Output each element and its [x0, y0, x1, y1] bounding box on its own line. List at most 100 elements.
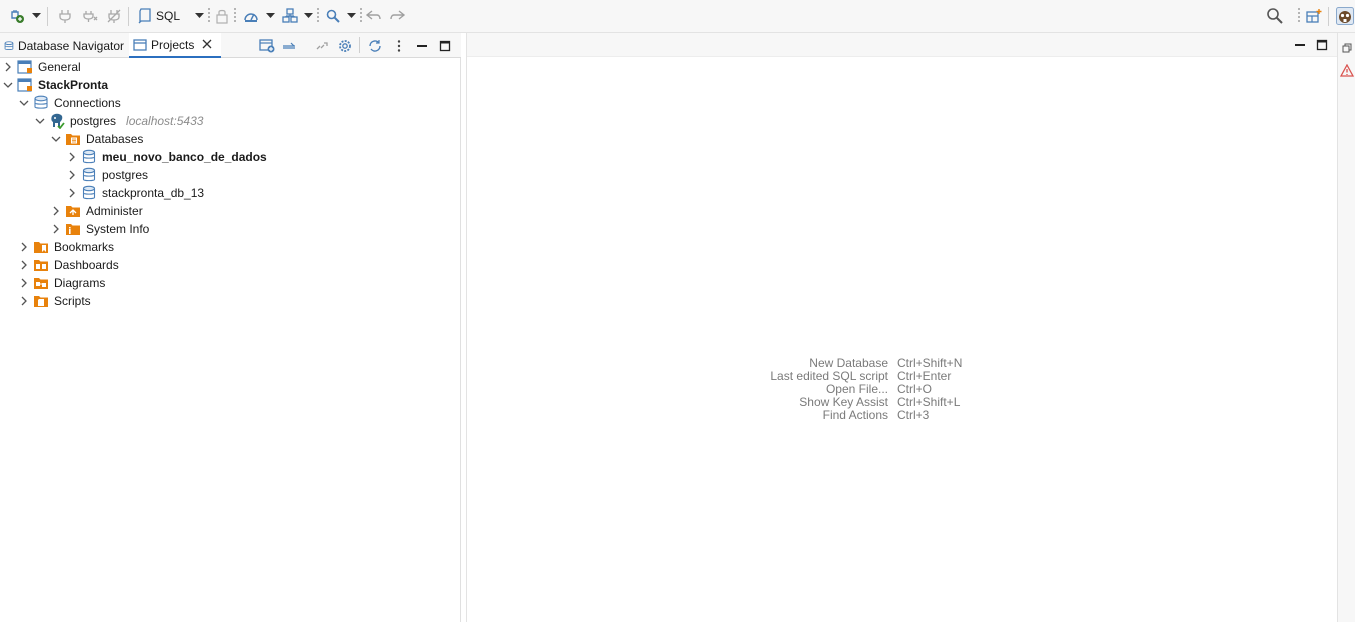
- chevron-right-icon[interactable]: [50, 205, 62, 217]
- toolbar-grip: [360, 8, 362, 24]
- sync-button[interactable]: [366, 37, 384, 54]
- editor-maximize-button[interactable]: [1315, 38, 1329, 52]
- project-icon: [17, 59, 33, 75]
- tree-item-label: Diagrams: [54, 276, 106, 290]
- chevron-right-icon[interactable]: [18, 295, 30, 307]
- chevron-right-icon[interactable]: [18, 259, 30, 271]
- forward-button[interactable]: [387, 6, 407, 26]
- sql-editor-dropdown[interactable]: [193, 6, 205, 26]
- connect-button[interactable]: [55, 6, 75, 26]
- magnifier-icon: [1267, 8, 1283, 24]
- commit-mode-icon: [244, 13, 258, 22]
- view-menu-button[interactable]: [390, 37, 408, 54]
- global-search-button[interactable]: [1264, 6, 1286, 26]
- scripts-folder-icon: [33, 293, 49, 309]
- toolbar-separator: [47, 7, 48, 26]
- tree-item-label: stackpronta_db_13: [102, 186, 205, 200]
- disconnect-icon: [83, 11, 98, 22]
- connect-icon: [59, 10, 71, 23]
- minimize-button[interactable]: [413, 37, 431, 54]
- tree-item-postgres-connection[interactable]: postgres localhost:5433: [34, 112, 203, 130]
- tree-item-administer[interactable]: Administer: [50, 202, 143, 220]
- bookmarks-folder-icon: [33, 239, 49, 255]
- tree-item-label: postgres: [70, 114, 117, 128]
- configure-button[interactable]: [336, 37, 354, 54]
- transaction-lock-button[interactable]: [213, 6, 231, 26]
- back-button[interactable]: [364, 6, 384, 26]
- shortcut-key: Ctrl+3: [897, 408, 930, 422]
- toolbar-grip: [234, 8, 236, 24]
- tree-item-label: meu_novo_banco_de_dados: [102, 150, 267, 164]
- tree-item-general[interactable]: General: [2, 58, 81, 76]
- chevron-down-icon[interactable]: [2, 79, 14, 91]
- dropdown-arrow-icon: [194, 13, 204, 18]
- maximize-button[interactable]: [436, 37, 454, 54]
- tree-item-connections[interactable]: Connections: [18, 94, 121, 112]
- main-toolbar: SQL: [0, 0, 1355, 33]
- commit-mode-dropdown[interactable]: [264, 6, 276, 26]
- tree-item-diagrams[interactable]: Diagrams: [18, 274, 105, 292]
- collapse-all-button[interactable]: [280, 37, 298, 54]
- toolbar-grip: [208, 8, 210, 24]
- new-connection-dropdown[interactable]: [30, 6, 42, 26]
- create-project-button[interactable]: [258, 37, 276, 54]
- chevron-right-icon[interactable]: [50, 223, 62, 235]
- dropdown-arrow-icon: [31, 13, 41, 18]
- tab-database-navigator[interactable]: Database Navigator: [0, 33, 128, 58]
- problems-button[interactable]: [1340, 63, 1354, 77]
- tree-item-databases[interactable]: Databases: [50, 130, 143, 148]
- editor-area: New Database Ctrl+Shift+N Last edited SQ…: [466, 33, 1338, 622]
- tree-item-label: General: [38, 60, 81, 74]
- link-with-editor-button[interactable]: [313, 37, 331, 54]
- minimize-icon: [1295, 44, 1305, 46]
- tree-item-bookmarks[interactable]: Bookmarks: [18, 238, 114, 256]
- chevron-right-icon[interactable]: [66, 169, 78, 181]
- close-icon[interactable]: [202, 37, 212, 52]
- tree-item-label: Scripts: [54, 294, 91, 308]
- chevron-right-icon[interactable]: [2, 61, 14, 73]
- invalidate-reconnect-button[interactable]: [104, 6, 124, 26]
- disconnect-button[interactable]: [80, 6, 100, 26]
- gear-icon: [339, 39, 351, 52]
- tree-item-stackpronta[interactable]: StackPronta: [2, 76, 108, 94]
- chevron-right-icon[interactable]: [66, 151, 78, 163]
- database-navigator-icon: [4, 40, 14, 50]
- dashboards-folder-icon: [33, 257, 49, 273]
- tree-item-label: Databases: [86, 132, 144, 146]
- dropdown-arrow-icon: [346, 13, 356, 18]
- database-icon: [81, 149, 97, 165]
- sql-editor-button[interactable]: SQL: [138, 6, 182, 26]
- open-perspective-button[interactable]: [1304, 6, 1324, 26]
- tree-item-database[interactable]: stackpronta_db_13: [66, 184, 204, 202]
- shortcut-name: Find Actions: [822, 408, 888, 422]
- tree-item-scripts[interactable]: Scripts: [18, 292, 91, 310]
- chevron-down-icon[interactable]: [34, 115, 46, 127]
- collapse-all-icon: [283, 42, 295, 49]
- chevron-right-icon[interactable]: [18, 277, 30, 289]
- commit-mode-button[interactable]: [240, 6, 262, 26]
- new-connection-button[interactable]: [6, 6, 28, 26]
- invalidate-icon: [107, 9, 121, 23]
- dbeaver-perspective-button[interactable]: [1335, 6, 1355, 26]
- chevron-down-icon[interactable]: [50, 133, 62, 145]
- editor-minimize-button[interactable]: [1293, 38, 1307, 52]
- tab-projects[interactable]: Projects: [129, 33, 221, 58]
- shortcut-hints: New Database Ctrl+Shift+N Last edited SQ…: [767, 357, 1067, 422]
- transaction-log-dropdown[interactable]: [302, 6, 314, 26]
- tree-item-system-info[interactable]: System Info: [50, 220, 149, 238]
- chevron-down-icon[interactable]: [18, 97, 30, 109]
- maximize-icon: [439, 40, 451, 51]
- tree-item-database[interactable]: meu_novo_banco_de_dados: [66, 148, 267, 166]
- new-connection-icon: [11, 10, 24, 23]
- dropdown-arrow-icon: [303, 13, 313, 18]
- tree-item-dashboards[interactable]: Dashboards: [18, 256, 119, 274]
- search-button[interactable]: [323, 6, 343, 26]
- tree-item-database[interactable]: postgres: [66, 166, 148, 184]
- transaction-log-button[interactable]: [280, 6, 300, 26]
- search-dropdown[interactable]: [345, 6, 357, 26]
- chevron-right-icon[interactable]: [66, 187, 78, 199]
- open-perspective-icon: [1306, 9, 1322, 23]
- restore-button[interactable]: [1340, 41, 1354, 55]
- toolbar-separator: [1328, 7, 1329, 26]
- chevron-right-icon[interactable]: [18, 241, 30, 253]
